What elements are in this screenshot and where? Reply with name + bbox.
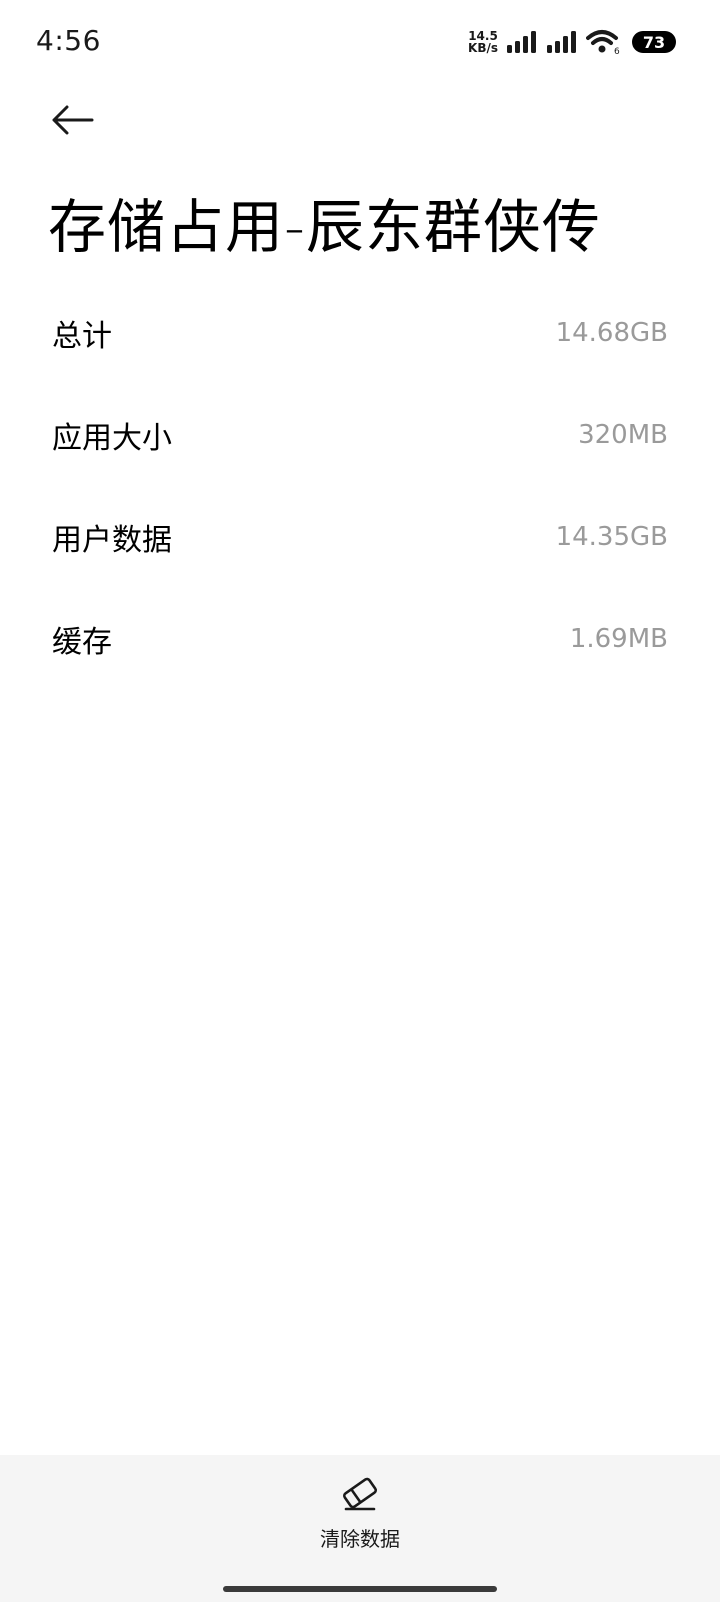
storage-row-cache: 缓存 1.69MB [0,588,720,690]
row-label: 总计 [52,319,112,354]
arrow-left-icon [50,104,94,140]
bottom-action-bar: 清除数据 [0,1455,720,1602]
signal-2-icon [546,30,578,54]
battery-indicator: 73 [632,31,676,53]
status-time: 4:56 [36,24,101,57]
wifi-icon: 6 [586,29,622,55]
clear-data-button[interactable]: 清除数据 [300,1473,420,1553]
storage-row-total: 总计 14.68GB [0,282,720,384]
status-bar: 4:56 14.5 KB/s 6 73 [0,0,720,86]
storage-list: 总计 14.68GB 应用大小 320MB 用户数据 14.35GB 缓存 1.… [0,282,720,690]
storage-row-user-data: 用户数据 14.35GB [0,486,720,588]
clear-data-label: 清除数据 [320,1527,400,1551]
eraser-icon [340,1473,380,1517]
row-label: 缓存 [52,625,112,660]
network-speed: 14.5 KB/s [468,30,498,54]
signal-1-icon [506,30,538,54]
home-indicator[interactable] [223,1586,497,1592]
wifi-badge: 6 [614,47,620,55]
page-title: 存储占用-辰东群侠传 [48,193,601,261]
row-value: 14.68GB [555,318,668,348]
back-button[interactable] [44,94,100,150]
row-value: 1.69MB [569,624,668,654]
row-value: 320MB [578,420,668,450]
storage-row-app-size: 应用大小 320MB [0,384,720,486]
row-label: 用户数据 [52,523,172,558]
row-label: 应用大小 [52,421,172,456]
status-icons: 14.5 KB/s 6 73 [468,28,676,56]
network-speed-unit: KB/s [468,41,498,55]
row-value: 14.35GB [555,522,668,552]
